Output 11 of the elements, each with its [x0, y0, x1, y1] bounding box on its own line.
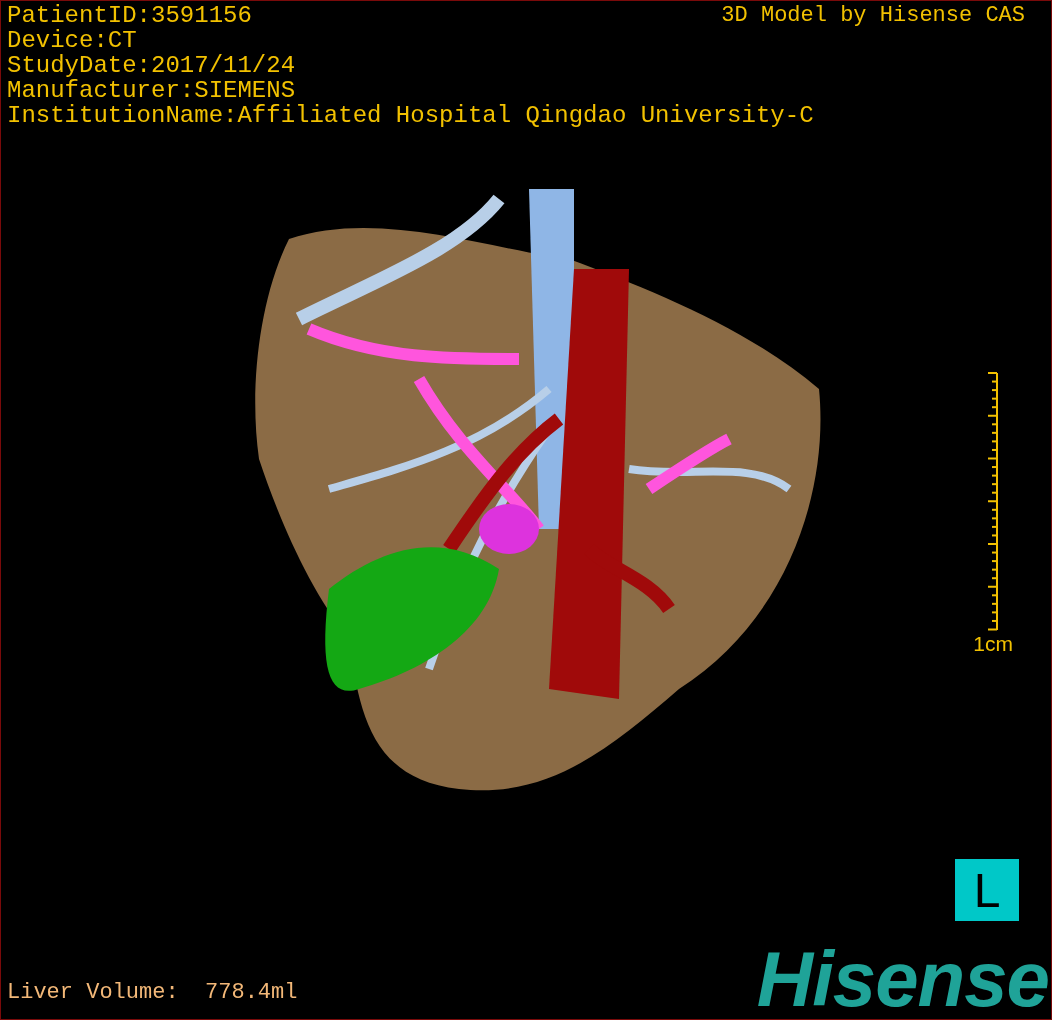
scale-ruler-icon	[987, 371, 1000, 632]
logo: Hisense	[756, 943, 1049, 1015]
info-text: PatientID:3591156	[7, 3, 252, 28]
info-text: StudyDate:2017/11/24	[7, 53, 297, 78]
info-text: Device:CT	[7, 28, 138, 53]
info-text: Manufacturer:SIEMENS	[7, 78, 297, 103]
orientation-badge: L	[955, 859, 1019, 921]
liver-volume-text: Liver Volume: 778.4ml	[7, 980, 298, 1005]
info-text: InstitutionName:Affiliated Hospital Qingdao University-C	[7, 103, 815, 128]
viewer-title: 3D Model by Hisense CAS	[721, 3, 1025, 28]
scale-label: 1cm	[973, 631, 1013, 656]
